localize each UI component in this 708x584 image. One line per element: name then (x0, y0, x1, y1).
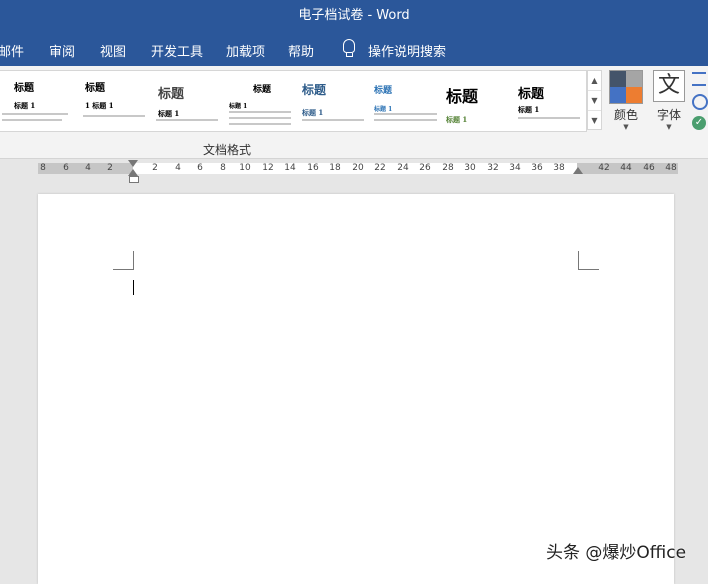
ruler-tick-label: 48 (665, 163, 677, 173)
scroll-down-icon[interactable]: ▼ (588, 91, 601, 111)
tab-mailings[interactable]: 邮件 (0, 41, 24, 60)
ruler-tick-label: 32 (487, 163, 499, 173)
right-indent-icon[interactable] (573, 167, 583, 174)
ruler-tick-label: 18 (329, 163, 341, 173)
tell-me-search[interactable]: 操作说明搜索 (368, 41, 446, 60)
ruler-tick-label: 36 (531, 163, 543, 173)
ruler-tick-label: 46 (643, 163, 655, 173)
chevron-down-icon: ▼ (623, 123, 629, 131)
text-cursor (133, 280, 134, 295)
ruler-tick-label: 30 (464, 163, 476, 173)
ruler-tick-label: 6 (63, 163, 69, 173)
watermark-text: 头条 @爆炒Office (546, 543, 687, 563)
style-set-thumbnail[interactable]: 标题 标题 1 (2, 71, 72, 129)
effects-icon[interactable] (692, 94, 708, 110)
title-bar: 电子档试卷 - Word (0, 0, 708, 32)
document-page[interactable] (38, 194, 674, 584)
ribbon-tabs: 邮件 审阅 视图 开发工具 加载项 帮助 操作说明搜索 (0, 32, 708, 66)
crop-mark-top-left (113, 251, 134, 270)
ruler-tick-label: 22 (374, 163, 386, 173)
group-label-document-formatting: 文档格式 (203, 143, 252, 157)
theme-colors-label: 颜色 (613, 108, 638, 122)
ruler-tick-label: 26 (419, 163, 431, 173)
chevron-down-icon: ▼ (666, 123, 672, 131)
horizontal-ruler[interactable]: 8 6 4 2 2 4 6 8 10 12 14 16 18 20 22 24 … (38, 160, 678, 183)
style-set-thumbnail[interactable]: 标题 标题 1 (512, 71, 582, 129)
style-set-gallery: 标题 标题 1 标题 1 标题 1 标题 标题 1 标题 标题 1 标题 标题 … (0, 70, 587, 132)
left-indent-box-icon[interactable] (129, 176, 139, 183)
ruler-tick-label: 38 (553, 163, 565, 173)
theme-colors-button[interactable]: 颜色 ▼ (608, 70, 644, 131)
paragraph-spacing-icon[interactable] (692, 72, 706, 86)
style-set-thumbnail[interactable]: 标题 标题 1 (440, 71, 510, 129)
ruler-tick-label: 4 (85, 163, 91, 173)
style-set-thumbnail[interactable]: 标题 标题 1 (294, 71, 364, 129)
color-palette-icon (609, 70, 643, 104)
tab-addins[interactable]: 加载项 (226, 41, 265, 60)
ruler-tick-label: 20 (352, 163, 364, 173)
tab-help[interactable]: 帮助 (288, 41, 314, 60)
ruler-tick-label: 10 (239, 163, 251, 173)
lightbulb-icon (343, 39, 355, 57)
ruler-tick-label: 28 (442, 163, 454, 173)
ruler-tick-label: 12 (262, 163, 274, 173)
hanging-indent-icon[interactable] (128, 169, 138, 176)
ruler-tick-label: 14 (284, 163, 296, 173)
gallery-scroll: ▲ ▼ ▼ (587, 70, 602, 130)
indent-marker-icon[interactable] (128, 160, 138, 167)
fonts-icon: 文 (653, 70, 685, 102)
scroll-up-icon[interactable]: ▲ (588, 71, 601, 91)
ruler-tick-label: 34 (509, 163, 521, 173)
crop-mark-top-right (578, 251, 599, 270)
ruler-tick-label: 8 (40, 163, 46, 173)
checkmark-icon[interactable]: ✓ (692, 116, 706, 130)
gallery-more-icon[interactable]: ▼ (588, 111, 601, 130)
tab-developer[interactable]: 开发工具 (151, 41, 203, 60)
window-title: 电子档试卷 - Word (298, 8, 410, 23)
ruler-tick-label: 44 (620, 163, 632, 173)
ruler-tick-label: 2 (107, 163, 113, 173)
ruler-tick-label: 6 (197, 163, 203, 173)
ruler-tick-label: 8 (220, 163, 226, 173)
theme-fonts-label: 字体 (656, 108, 681, 122)
ruler-tick-label: 4 (175, 163, 181, 173)
ruler-tick-label: 42 (598, 163, 610, 173)
tab-view[interactable]: 视图 (100, 41, 126, 60)
ruler-tick-label: 2 (152, 163, 158, 173)
style-set-thumbnail[interactable]: 标题 标题 1 (367, 71, 437, 129)
theme-fonts-button[interactable]: 文 字体 ▼ (651, 70, 687, 131)
ruler-tick-label: 24 (397, 163, 409, 173)
ribbon: 标题 标题 1 标题 1 标题 1 标题 标题 1 标题 标题 1 标题 标题 … (0, 66, 708, 159)
ruler-tick-label: 16 (307, 163, 319, 173)
style-set-thumbnail[interactable]: 标题 1 标题 1 (75, 71, 145, 129)
style-set-thumbnail[interactable]: 标题 标题 1 (221, 71, 291, 129)
tab-review[interactable]: 审阅 (49, 41, 75, 60)
style-set-thumbnail[interactable]: 标题 标题 1 (148, 71, 218, 129)
